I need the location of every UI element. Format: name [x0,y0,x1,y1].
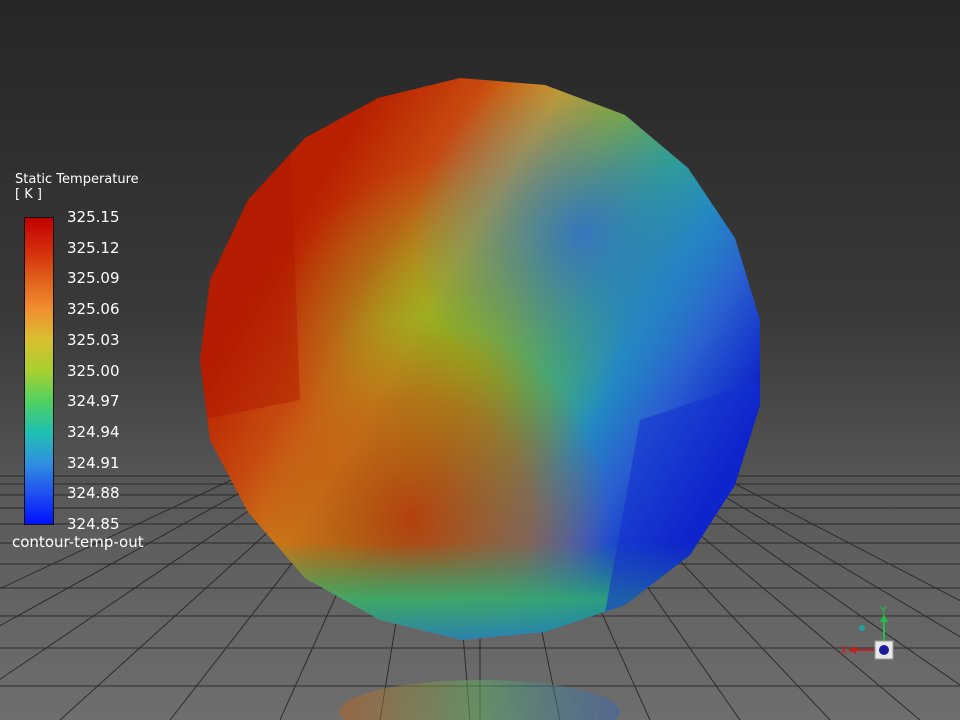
legend-colorbar[interactable] [24,217,54,525]
legend-title: Static Temperature [15,172,139,187]
legend-tick-label: 325.03 [67,330,120,349]
legend-tick-label: 325.06 [67,300,120,319]
contour-scene [0,75,960,720]
graphics-viewport[interactable]: Static Temperature [ K ] 325.15 325.12 325… [0,0,960,720]
legend-tick-label: 324.88 [67,484,120,503]
axes-triad[interactable]: Y X [838,604,908,668]
triad-z-marker [859,625,865,631]
legend-tick-label: 324.91 [67,453,120,472]
triad-x-label: X [840,644,848,657]
legend-tick-label: 325.09 [67,269,120,288]
triad-y-label: Y [879,604,887,617]
legend-units: [ K ] [15,187,42,202]
legend-tick-label: 324.97 [67,392,120,411]
legend-tick-label: 324.94 [67,422,120,441]
legend-tick-label: 325.00 [67,361,120,380]
triad-x-arrow [848,646,856,654]
legend-tick-label: 325.15 [67,208,120,226]
legend-tick-label: 324.85 [67,515,120,533]
legend-contour-name: contour-temp-out [12,533,144,551]
legend-tick-label: 325.12 [67,238,120,257]
triad-center [879,645,889,655]
contour-sphere[interactable] [195,75,765,645]
